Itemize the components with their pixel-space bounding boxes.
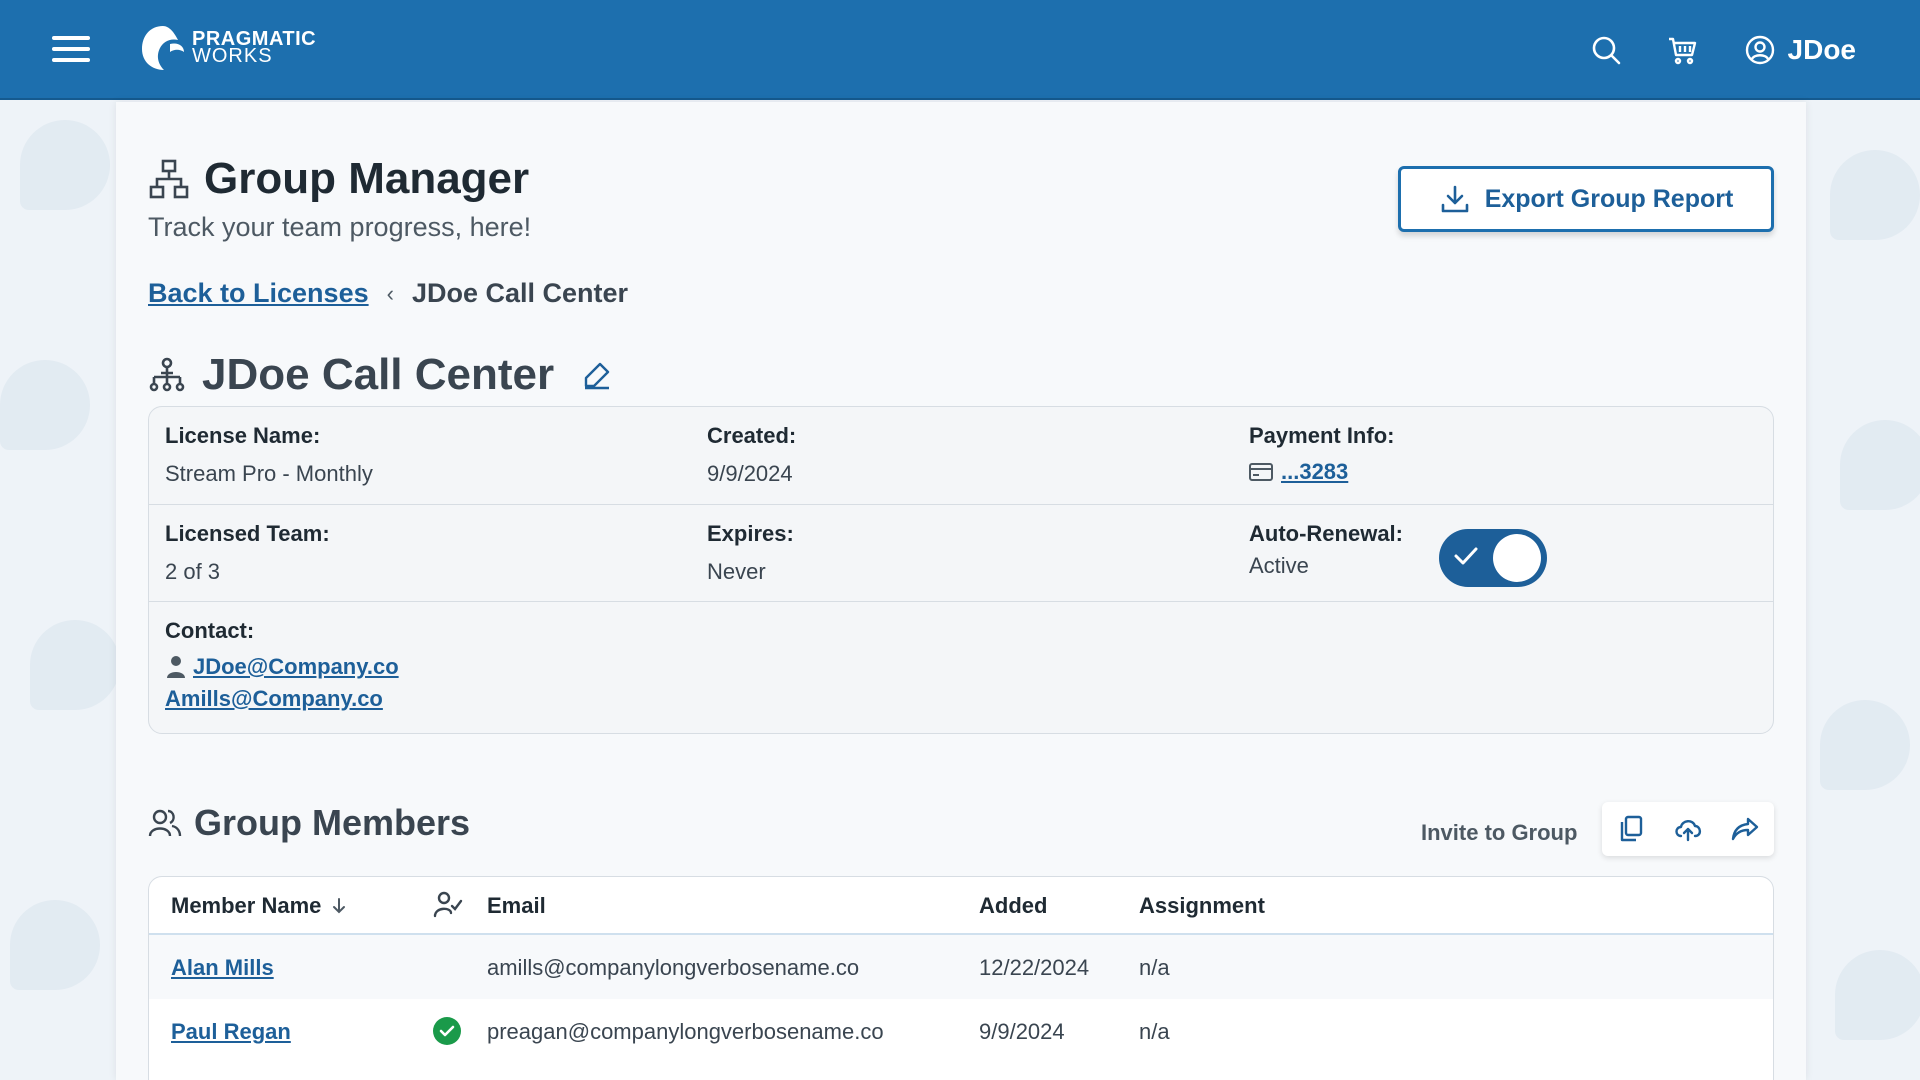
member-name-link[interactable]: Paul Regan — [171, 1019, 291, 1044]
verified-check-icon — [433, 1017, 461, 1045]
auto-renewal-toggle[interactable] — [1439, 529, 1547, 587]
table-header-row: Member Name Email Added Assignment — [149, 877, 1773, 935]
invite-actions-toolbar — [1602, 802, 1774, 856]
user-circle-icon — [1745, 35, 1774, 65]
contact-email-link[interactable]: Amills@Company.co — [165, 686, 383, 712]
member-assignment: n/a — [1139, 955, 1170, 980]
group-members-title: Group Members — [194, 802, 471, 843]
chevron-left-icon: ‹ — [386, 280, 394, 306]
column-header-member-name[interactable]: Member Name — [171, 893, 347, 919]
pragmatic-works-logo[interactable]: PRAGMATIC WORKS — [140, 24, 316, 72]
sort-descending-icon[interactable] — [331, 897, 347, 915]
payment-info-label: Payment Info: — [1249, 423, 1395, 448]
page-subtitle: Track your team progress, here! — [148, 212, 532, 242]
primary-contact-icon — [167, 656, 185, 678]
group-org-icon — [149, 357, 185, 392]
licensed-team-label: Licensed Team: — [165, 521, 330, 546]
group-name-title: JDoe Call Center — [202, 350, 555, 399]
created-value: 9/9/2024 — [707, 461, 793, 486]
edit-pencil-icon[interactable] — [582, 360, 612, 390]
user-check-icon — [433, 891, 463, 918]
back-to-licenses-link[interactable]: Back to Licenses — [148, 278, 369, 309]
breadcrumb-current: JDoe Call Center — [411, 278, 629, 308]
checkmark-icon — [1454, 547, 1478, 565]
invite-to-group-label: Invite to Group — [1421, 820, 1578, 845]
copy-link-icon[interactable] — [1616, 814, 1646, 844]
menu-icon[interactable] — [52, 36, 92, 66]
expires-value: Never — [707, 559, 766, 584]
auto-renewal-value: Active — [1249, 553, 1309, 578]
breadcrumb: Back to Licenses ‹ JDoe Call Center — [148, 278, 628, 309]
member-added-date: 12/22/2024 — [979, 955, 1090, 980]
page-title: Group Manager — [204, 154, 530, 203]
auto-renewal-label: Auto-Renewal: — [1249, 521, 1403, 546]
background-watermark — [0, 360, 90, 450]
logo-bird-icon — [142, 26, 184, 70]
member-name-header-label: Member Name — [171, 893, 322, 918]
table-row: Alan Mills amills@companylongverbosename… — [149, 935, 1773, 999]
contact-email-link[interactable]: JDoe@Company.co — [193, 654, 399, 680]
background-watermark — [1830, 150, 1920, 240]
members-table: Member Name Email Added Assignment Alan … — [148, 876, 1774, 1080]
contact-label: Contact: — [165, 618, 255, 643]
background-watermark — [1840, 420, 1920, 510]
member-email: preagan@companylongverbosename.co — [487, 1019, 884, 1044]
hierarchy-icon — [149, 159, 189, 199]
member-assignment: n/a — [1139, 1019, 1170, 1044]
background-watermark — [20, 120, 110, 210]
users-icon — [148, 809, 182, 837]
upload-cloud-icon[interactable] — [1673, 814, 1703, 844]
member-email: amills@companylongverbosename.co — [487, 955, 860, 980]
license-name-value: Stream Pro - Monthly — [165, 461, 373, 486]
logo-text-line2: WORKS — [192, 45, 273, 67]
license-info-panel: License Name: Stream Pro - Monthly Creat… — [148, 406, 1774, 734]
expires-label: Expires: — [707, 521, 794, 546]
share-icon[interactable] — [1730, 814, 1760, 844]
column-header-email: Email — [487, 893, 546, 918]
download-icon — [1441, 185, 1468, 213]
created-label: Created: — [707, 423, 797, 448]
user-menu[interactable]: JDoe — [1744, 34, 1856, 66]
license-name-label: License Name: — [165, 423, 321, 448]
member-added-date: 9/9/2024 — [979, 1019, 1065, 1044]
cart-icon[interactable] — [1660, 28, 1704, 72]
background-watermark — [1835, 950, 1920, 1040]
export-button-label: Export Group Report — [1484, 184, 1734, 213]
column-header-assignment: Assignment — [1139, 893, 1265, 918]
search-icon[interactable] — [1584, 28, 1628, 72]
payment-info-link[interactable]: ...3283 — [1281, 459, 1348, 485]
column-header-status — [433, 889, 463, 919]
background-watermark — [10, 900, 100, 990]
column-header-added: Added — [979, 893, 1048, 918]
user-name: JDoe — [1787, 34, 1856, 65]
toggle-knob — [1493, 534, 1541, 582]
licensed-team-value: 2 of 3 — [165, 559, 221, 584]
background-watermark — [1820, 700, 1910, 790]
export-group-report-button[interactable]: Export Group Report — [1398, 166, 1774, 232]
table-row: Paul Regan preagan@companylongverbosenam… — [149, 999, 1773, 1063]
top-navigation-bar: PRAGMATIC WORKS JDoe — [0, 0, 1920, 100]
main-content-card: Group Manager Track your team progress, … — [116, 102, 1806, 1080]
member-name-link[interactable]: Alan Mills — [171, 955, 274, 980]
background-watermark — [30, 620, 120, 710]
credit-card-icon — [1249, 463, 1273, 481]
